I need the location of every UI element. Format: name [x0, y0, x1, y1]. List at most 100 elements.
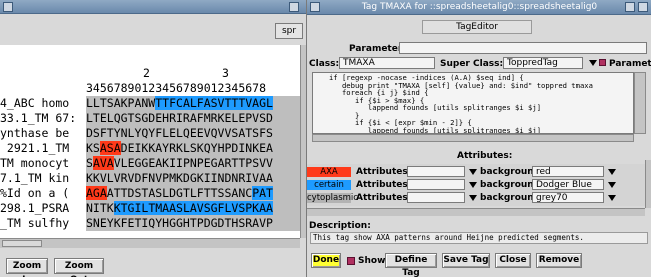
sequence-name: ynthase be	[0, 126, 70, 140]
attribute-row: AXA Attributes: background: red	[307, 166, 651, 178]
sequence-name: TM monocyt	[0, 156, 70, 170]
background-dropdown-icon[interactable]	[608, 182, 616, 188]
attributes-field[interactable]	[407, 179, 465, 190]
attributes-field[interactable]	[407, 192, 465, 203]
attributes-vertical-scrollbar[interactable]	[645, 160, 651, 208]
position-ruler: 2 3 34567890123456789012345678	[0, 64, 300, 96]
alignment-canvas[interactable]: 2 3 34567890123456789012345678 4_ABC hom…	[0, 45, 300, 238]
define-tag-button[interactable]: Define Tag	[385, 253, 437, 277]
tag-name-swatch[interactable]: certain	[307, 180, 351, 190]
background-field[interactable]: grey70	[532, 192, 604, 203]
tag-editor-button-bar: Done Show Define Tag Save Tag Close Remo…	[307, 247, 651, 277]
sequence-residues[interactable]: LLTSAKPANWTTFCALFASVTTTVAGL LTELQGTSGDEHR…	[86, 96, 300, 231]
attribute-row: certain Attributes: background: Dodger Blue	[307, 179, 651, 191]
attributes-label: Attributes:	[356, 193, 412, 203]
attributes-dropdown-icon[interactable]	[469, 195, 477, 201]
class-label: Class:	[309, 59, 340, 69]
tag-name-swatch[interactable]: cytoplasmic	[307, 193, 358, 203]
residue-segment: DSFTYNLYQYFLELQEEVQVVSATSFS	[86, 126, 273, 140]
sequence-name: 4_ABC homo	[0, 96, 70, 110]
residue-segment: KKVLVRVDFNVPMKDGKIINDNRIVAA	[86, 171, 273, 185]
attributes-field[interactable]	[407, 166, 465, 177]
attributes-header: Attributes:	[457, 151, 513, 161]
spr-button[interactable]: spr	[275, 23, 303, 39]
save-tag-button[interactable]: Save Tag	[442, 253, 490, 268]
maximize-icon[interactable]	[638, 2, 648, 12]
done-button[interactable]: Done	[311, 253, 341, 268]
sequence-row[interactable]: SAVAVLEGGEAKIIPNPEGARTTPSVV	[86, 156, 300, 171]
ruler-mark-3: 3	[222, 66, 229, 80]
tab-tageditor[interactable]: TagEditor	[422, 20, 532, 34]
sequence-row[interactable]: KSASADEIKKAYRKLSKQYHPDINKEA	[86, 141, 300, 156]
show-label: Show	[358, 256, 386, 266]
tagged-segment-blue: KTGILTMAASLAVSGFLVSPKAA	[113, 201, 273, 215]
parameter-label: Parameter:	[349, 44, 406, 54]
sequence-names: 4_ABC homo 33.1_TM 67: ynthase be 2921.1_T…	[0, 96, 86, 231]
sequence-name: 7.1_TM kin	[0, 171, 70, 185]
sequence-row[interactable]: DSFTYNLYQYFLELQEEVQVVSATSFS	[86, 126, 300, 141]
residue-segment: DEIKKAYRKLSKQYHPDINKEA	[120, 141, 273, 155]
residue-segment: LTELQGTSGDEHRIRAFMRKELEPVSD	[86, 111, 273, 125]
sequence-name: _TM sulfhy	[0, 216, 70, 230]
zoom-toolbar: Zoom In Zoom Out	[0, 249, 306, 277]
window-menu-icon[interactable]	[3, 2, 13, 12]
background-dropdown-icon[interactable]	[608, 169, 616, 175]
tag-code-text: if [regexp -nocase -indices (A.A) $seq i…	[313, 73, 633, 134]
tag-name-swatch[interactable]: AXA	[307, 167, 351, 177]
tagged-segment-red: AVA	[92, 156, 114, 170]
tagged-segment-blue: PAT	[252, 186, 273, 200]
tagged-segment-red: AGA	[86, 186, 107, 200]
class-field[interactable]: TMAXA	[339, 57, 435, 69]
attributes-list: AXA Attributes: background: red certain Attri…	[307, 164, 645, 206]
parameter-field[interactable]	[399, 42, 647, 54]
ruler-mark-2: 2	[143, 66, 150, 80]
close-button[interactable]: Close	[495, 253, 531, 268]
attributes-label: Attributes:	[356, 180, 412, 190]
background-field[interactable]: Dodger Blue	[532, 179, 604, 190]
zoom-in-button[interactable]: Zoom In	[6, 258, 48, 277]
tagged-segment-blue: TTFCALFASVTTTVAGL	[155, 96, 273, 110]
right-titlebar: Tag TMAXA for ::spreadsheetalig0::spread…	[307, 0, 651, 15]
sequence-row[interactable]: AGAATTDSTASLDGTLFTTSSANCPAT	[86, 186, 300, 201]
sequence-row[interactable]: SNEYKFETIQYHGGHTPDGDTHSRAVP	[86, 216, 300, 231]
remove-button[interactable]: Remove	[536, 253, 582, 268]
zoom-out-button[interactable]: Zoom Out	[54, 258, 104, 277]
window-title: Tag TMAXA for ::spreadsheetalig0::spread…	[361, 2, 598, 12]
code-vertical-scrollbar[interactable]	[634, 72, 646, 134]
code-horizontal-scrollbar[interactable]	[312, 134, 634, 142]
tag-code-editor[interactable]: if [regexp -nocase -indices (A.A) $seq i…	[312, 72, 634, 134]
background-field[interactable]: red	[532, 166, 604, 177]
residue-segment: NITK	[86, 201, 114, 215]
superclass-label: Super Class:	[440, 59, 504, 69]
sequence-row[interactable]: KKVLVRVDFNVPMKDGKIINDNRIVAA	[86, 171, 300, 186]
attributes-label: Attributes:	[356, 167, 412, 177]
left-toolbar: spr	[0, 15, 306, 41]
attribute-row: cytoplasmic Attributes: background: grey70	[307, 192, 651, 204]
residue-segment: ATTDSTASLDGTLFTTSSANC	[106, 186, 253, 200]
description-field[interactable]: This tag show AXA patterns around Heijne…	[310, 232, 648, 244]
ruler-digits: 34567890123456789012345678	[86, 81, 267, 95]
minimize-icon[interactable]	[625, 2, 635, 12]
sequence-row[interactable]: LTELQGTSGDEHRIRAFMRKELEPVSD	[86, 111, 300, 126]
left-titlebar	[0, 0, 306, 14]
maximize-icon[interactable]	[289, 2, 299, 12]
superclass-field[interactable]: ToppredTag	[503, 57, 583, 69]
sequence-name: 2921.1_TM	[0, 141, 70, 155]
attributes-horizontal-scrollbar[interactable]	[307, 208, 645, 216]
horizontal-scroll-thumb[interactable]	[2, 240, 42, 247]
residue-segment: S	[86, 156, 93, 170]
superclass-dropdown-icon[interactable]	[589, 60, 597, 66]
alignment-window: spr 2 3 34567890123456789012345678 4_ABC…	[0, 0, 306, 277]
attributes-dropdown-icon[interactable]	[469, 169, 477, 175]
attributes-dropdown-icon[interactable]	[469, 182, 477, 188]
code-line: lappend founds [utils splitranges $i $j]	[316, 125, 542, 134]
parameter-check-label: Paramete	[609, 59, 651, 69]
residue-segment: KS	[86, 141, 100, 155]
show-checkbox[interactable]	[347, 257, 355, 265]
sequence-row[interactable]: NITKKTGILTMAASLAVSGFLVSPKAA	[86, 201, 300, 216]
sequence-row[interactable]: LLTSAKPANWTTFCALFASVTTTVAGL	[86, 96, 300, 111]
description-label: Description:	[309, 221, 371, 231]
background-dropdown-icon[interactable]	[608, 195, 616, 201]
alignment-horizontal-scrollbar[interactable]	[0, 238, 300, 248]
parameter-checkbox[interactable]	[599, 59, 606, 66]
